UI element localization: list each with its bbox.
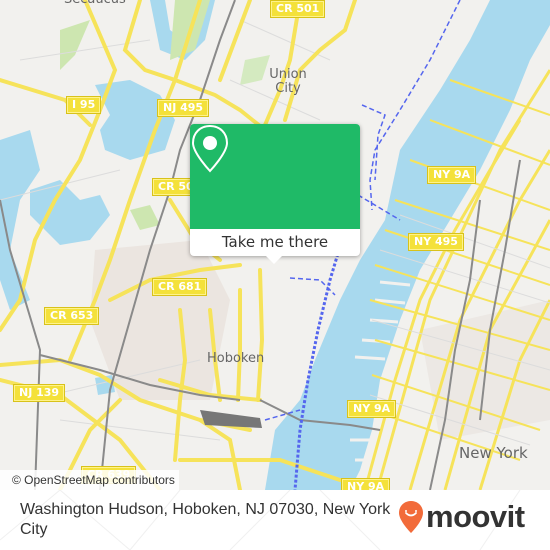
park <box>60 20 90 70</box>
place-hoboken: Hoboken <box>207 351 265 366</box>
shield-ny-9a-mid: NY 9A <box>347 400 397 418</box>
popup-tail <box>265 255 283 264</box>
shield-nj-139: NJ 139 <box>13 384 66 402</box>
destination-popup: Take me there <box>190 124 360 264</box>
osm-attribution[interactable]: © OpenStreetMap contributors <box>0 470 179 490</box>
footer: Washington Hudson, Hoboken, NJ 07030, Ne… <box>0 490 550 550</box>
place-secaucus: Secaucus <box>64 0 126 7</box>
map-pin-icon <box>191 124 229 173</box>
shield-ny-495: NY 495 <box>408 233 464 251</box>
popup-header <box>190 124 360 229</box>
take-me-there-button[interactable]: Take me there <box>190 229 360 256</box>
attribution-text: © OpenStreetMap contributors <box>12 473 175 487</box>
moovit-pin-icon <box>399 501 423 533</box>
place-union-city: Union City <box>269 67 307 96</box>
address-text: Washington Hudson, Hoboken, NJ 07030, Ne… <box>20 501 391 538</box>
shield-cr-653: CR 653 <box>44 307 100 325</box>
shield-ny-9a-south: NY 9A <box>341 478 391 490</box>
moovit-wordmark: moovit <box>426 499 525 534</box>
place-new-york: New York <box>459 444 528 462</box>
shield-nj-495: NJ 495 <box>157 99 210 117</box>
park <box>240 55 270 85</box>
moovit-logo[interactable]: moovit <box>398 500 525 534</box>
shield-ny-9a-north: NY 9A <box>427 166 477 184</box>
shield-cr-501: CR 501 <box>270 0 326 18</box>
park <box>130 205 160 230</box>
shield-cr-681: CR 681 <box>152 278 208 296</box>
map-view[interactable]: CR 501 I 95 NJ 495 CR 501 NY 9A NY 495 C… <box>0 0 550 490</box>
shield-i-95: I 95 <box>66 96 102 114</box>
